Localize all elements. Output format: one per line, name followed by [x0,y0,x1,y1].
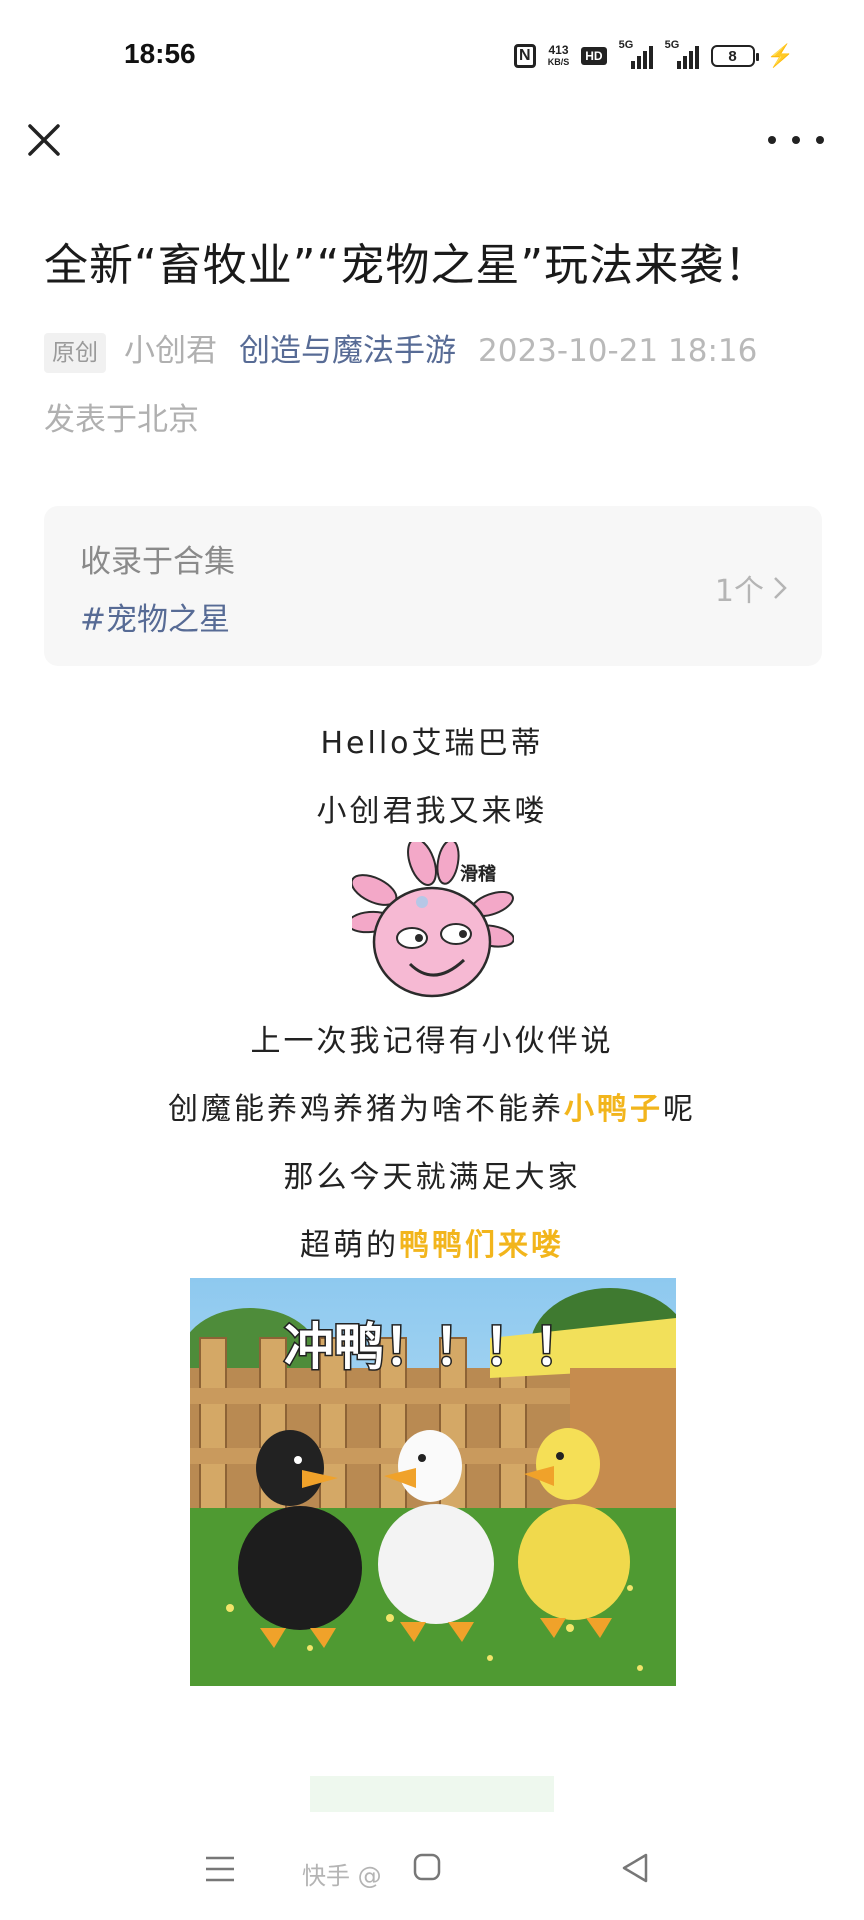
collection-label: 收录于合集 [80,544,235,580]
battery-icon: 8 [710,45,759,67]
publish-date: 2023-10-21 18:16 [478,333,758,369]
article-meta: 原创 小创君 创造与魔法手游 2023-10-21 18:16 [44,328,834,374]
watermark: 快手 @ [302,1862,382,1890]
svg-text:冲鸭！！！！: 冲鸭！！！！ [284,1318,584,1376]
chevron-right-icon [774,577,787,599]
body-text-line: 超萌的鸭鸭们来喽 [300,1228,564,1263]
bottom-placeholder [310,1776,554,1812]
signal-icon: 5G [619,39,653,69]
original-badge: 原创 [44,332,106,373]
signal-icon-2: 5G [665,39,699,69]
status-bar: 18:56 N 413 KB/S HD 5G 5G 8 ⚡ [0,0,864,110]
nfc-icon: N [513,44,536,68]
back-button[interactable] [620,1852,650,1884]
charging-icon: ⚡ [766,43,794,68]
recent-apps-button[interactable] [204,1854,236,1884]
collection-tag[interactable]: #宠物之星 [80,594,230,639]
svg-text:滑稽: 滑稽 [460,863,496,885]
more-icon [768,136,776,144]
status-time: 18:56 [124,38,196,69]
more-options-button[interactable] [768,122,824,158]
account-link[interactable]: 创造与魔法手游 [239,333,456,369]
collection-card[interactable]: 收录于合集 #宠物之星 1个 [44,506,822,666]
home-icon [413,1853,441,1881]
body-text-line: 小创君我又来喽 [316,794,548,829]
back-icon [622,1853,648,1883]
system-navbar: 快手 @ [0,1820,864,1920]
menu-icon [206,1856,234,1882]
close-button[interactable] [22,118,66,162]
status-icons: N 413 KB/S HD 5G 5G 8 ⚡ [513,39,794,72]
home-button[interactable] [412,1852,442,1882]
collection-count: 1个 [715,566,788,610]
body-text-line: 创魔能养鸡养猪为啥不能养小鸭子呢 [168,1092,696,1127]
ducks-image[interactable]: 冲鸭！！！！ [190,1278,676,1686]
author-name[interactable]: 小创君 [124,333,217,369]
article-title: 全新“畜牧业”“宠物之星”玩法来袭！ [44,240,770,291]
body-text-line: 上一次我记得有小伙伴说 [250,1024,614,1059]
body-text-line: 那么今天就满足大家 [283,1160,581,1195]
hd-icon: HD [581,47,607,65]
axolotl-sticker: 滑稽 [347,838,515,1002]
network-speed: 413 KB/S [547,43,570,67]
body-text-line: Hello艾瑞巴蒂 [320,726,544,761]
publish-location: 发表于北京 [44,402,199,438]
close-icon [28,124,60,156]
